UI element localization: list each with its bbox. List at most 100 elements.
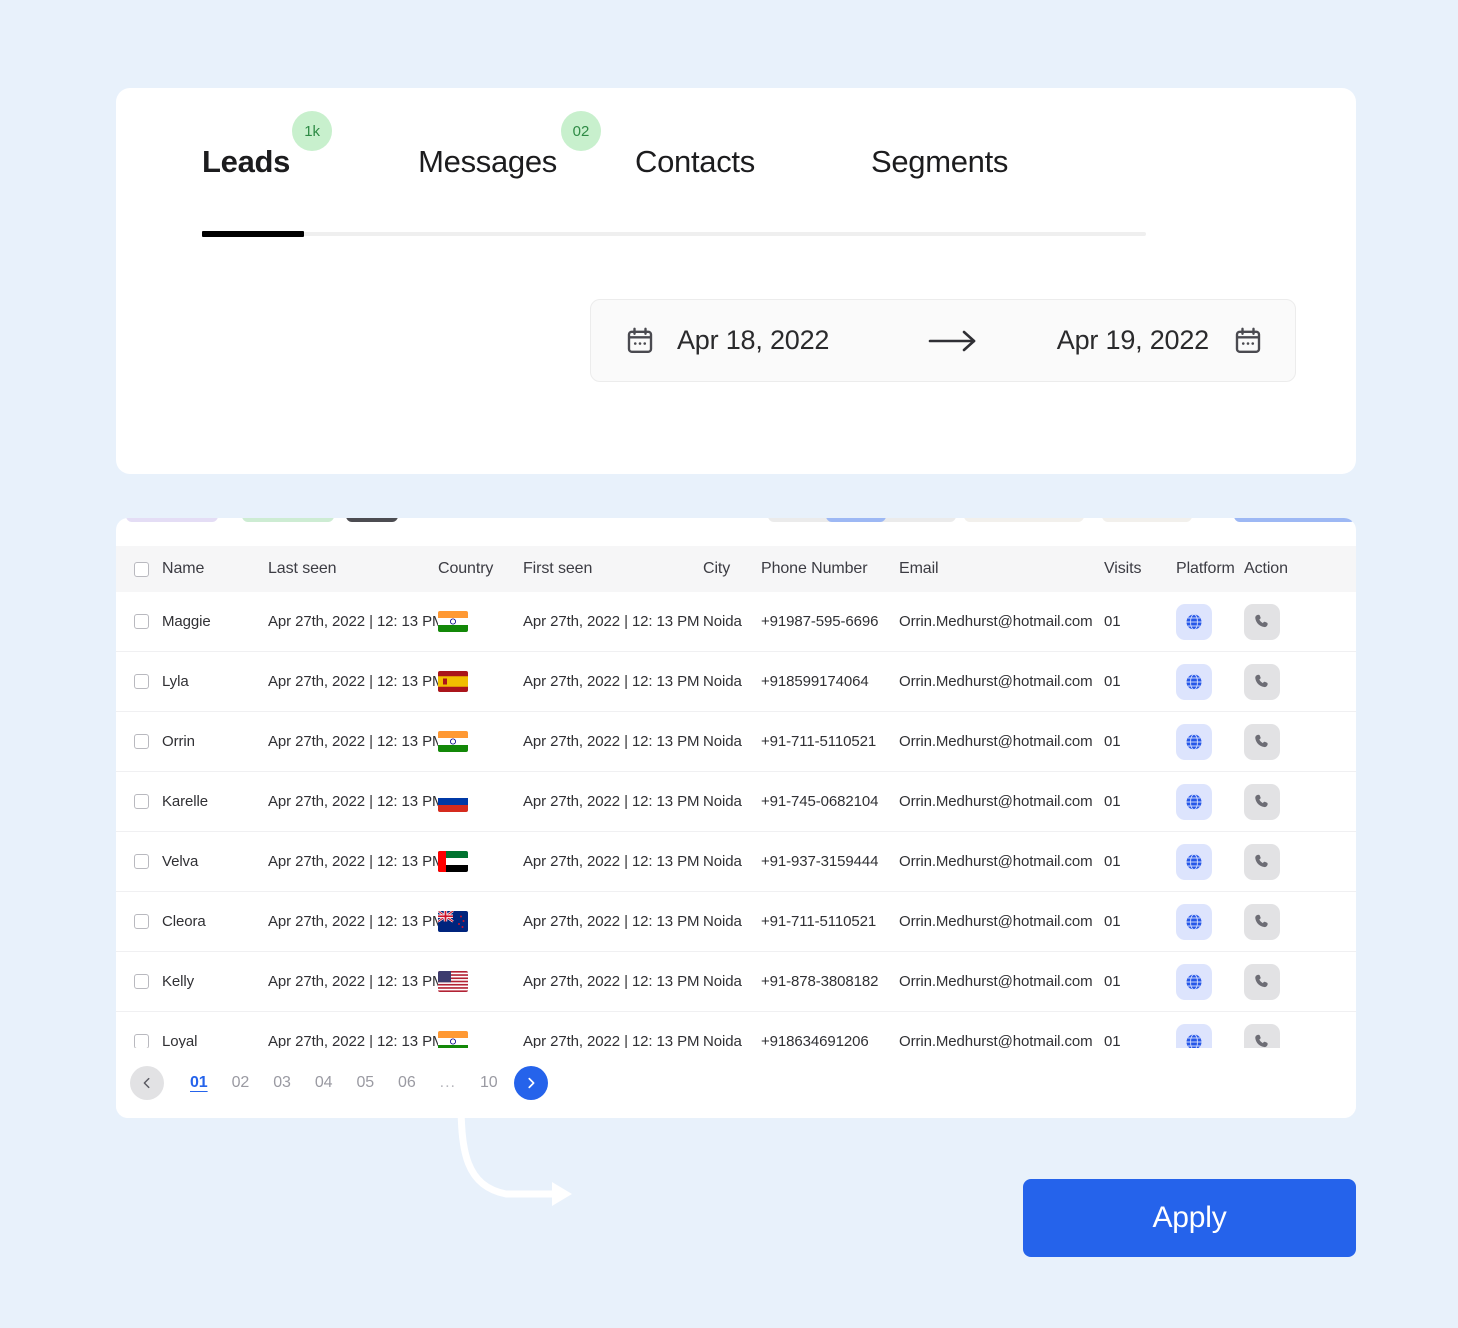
- cell-name: Velva: [162, 853, 199, 870]
- row-checkbox[interactable]: [134, 674, 149, 689]
- table-row[interactable]: Kelly Apr 27th, 2022 | 12: 13 PM Apr 27th,…: [116, 952, 1356, 1012]
- platform-button[interactable]: [1176, 603, 1212, 640]
- column-header-last-seen[interactable]: Last seen: [268, 560, 438, 578]
- tab-contacts[interactable]: Contacts: [635, 146, 755, 177]
- pagination-prev-button[interactable]: [130, 1066, 164, 1100]
- platform-button[interactable]: [1176, 963, 1212, 1000]
- phone-icon: [1254, 854, 1268, 868]
- table-row[interactable]: Lyla Apr 27th, 2022 | 12: 13 PM Apr 27th, …: [116, 652, 1356, 712]
- platform-button[interactable]: [1176, 843, 1212, 880]
- select-all-cell: [116, 561, 162, 577]
- column-header-action[interactable]: Action: [1244, 560, 1324, 578]
- platform-button[interactable]: [1176, 663, 1212, 700]
- apply-button[interactable]: Apply: [1023, 1179, 1356, 1257]
- tab-active-indicator: [202, 231, 304, 237]
- cell-action: [1244, 663, 1324, 700]
- cell-city: Noida: [703, 613, 742, 630]
- row-checkbox[interactable]: [134, 854, 149, 869]
- phone-icon: [1254, 734, 1268, 748]
- flag-icon-ae: [438, 851, 468, 872]
- cell-phone: +918599174064: [761, 673, 869, 690]
- row-checkbox[interactable]: [134, 974, 149, 989]
- column-header-name[interactable]: Name: [162, 560, 268, 578]
- column-header-platform[interactable]: Platform: [1176, 560, 1244, 578]
- call-button[interactable]: [1244, 723, 1280, 760]
- chip-stub: [964, 518, 1084, 522]
- cell-first-seen: Apr 27th, 2022 | 12: 13 PM: [523, 793, 700, 810]
- call-button[interactable]: [1244, 603, 1280, 640]
- cell-city: Noida: [703, 733, 742, 750]
- date-range-picker[interactable]: Apr 18, 2022 Apr 19, 2022: [590, 299, 1296, 382]
- platform-button[interactable]: [1176, 903, 1212, 940]
- tab-segments[interactable]: Segments: [871, 146, 1008, 177]
- pagination-page-06[interactable]: 06: [398, 1074, 416, 1092]
- cell-last-seen: Apr 27th, 2022 | 12: 13 PM: [268, 913, 445, 930]
- row-checkbox[interactable]: [134, 794, 149, 809]
- chip-stub: [126, 518, 218, 522]
- leads-table-card: Name Last seen Country First seen City P…: [116, 518, 1356, 1118]
- cell-visits: 01: [1104, 913, 1121, 930]
- call-button[interactable]: [1244, 963, 1280, 1000]
- cell-last-seen: Apr 27th, 2022 | 12: 13 PM: [268, 733, 445, 750]
- chip-stub: [1102, 518, 1192, 522]
- cell-country: [438, 791, 523, 812]
- pagination-page-10[interactable]: 10: [480, 1074, 498, 1092]
- tab-underline-rail: [202, 231, 1146, 237]
- cell-phone: +91-711-5110521: [761, 913, 877, 930]
- chip-stub: [346, 518, 398, 522]
- tab-contacts-label: Contacts: [635, 144, 755, 179]
- row-checkbox[interactable]: [134, 1034, 149, 1049]
- cell-country: [438, 971, 523, 992]
- pagination-page-02[interactable]: 02: [232, 1074, 250, 1092]
- call-button[interactable]: [1244, 903, 1280, 940]
- column-header-city[interactable]: City: [703, 560, 761, 578]
- cell-action: [1244, 843, 1324, 880]
- column-header-email[interactable]: Email: [899, 560, 1104, 578]
- cell-country: [438, 671, 523, 692]
- cell-visits: 01: [1104, 973, 1121, 990]
- flag-icon-ru: [438, 791, 468, 812]
- cell-first-seen: Apr 27th, 2022 | 12: 13 PM: [523, 613, 700, 630]
- cell-email: Orrin.Medhurst@hotmail.com: [899, 853, 1093, 870]
- pagination-next-button[interactable]: [513, 1066, 548, 1100]
- flag-icon-es: [438, 671, 468, 692]
- row-checkbox[interactable]: [134, 914, 149, 929]
- row-checkbox[interactable]: [134, 734, 149, 749]
- tab-messages-label: Messages: [418, 144, 557, 179]
- call-button[interactable]: [1244, 783, 1280, 820]
- pagination-page-03[interactable]: 03: [273, 1074, 291, 1092]
- table-row[interactable]: Cleora Apr 27th, 2022 | 12: 13 PM Apr 27th…: [116, 892, 1356, 952]
- cell-email: Orrin.Medhurst@hotmail.com: [899, 913, 1093, 930]
- cell-visits: 01: [1104, 733, 1121, 750]
- cell-name: Cleora: [162, 913, 206, 930]
- pagination-page-05[interactable]: 05: [356, 1074, 374, 1092]
- column-header-phone[interactable]: Phone Number: [761, 560, 899, 578]
- cell-platform: [1176, 723, 1244, 760]
- tab-leads[interactable]: Leads 1k: [202, 111, 333, 177]
- table-row[interactable]: Karelle Apr 27th, 2022 | 12: 13 PM Apr 27t…: [116, 772, 1356, 832]
- platform-button[interactable]: [1176, 783, 1212, 820]
- select-all-checkbox[interactable]: [134, 561, 149, 577]
- decorative-curved-arrow-icon: [457, 1100, 572, 1206]
- row-checkbox[interactable]: [134, 614, 149, 629]
- call-button[interactable]: [1244, 663, 1280, 700]
- table-row[interactable]: Velva Apr 27th, 2022 | 12: 13 PM Apr 27th,…: [116, 832, 1356, 892]
- tab-messages[interactable]: Messages 02: [418, 111, 601, 179]
- table-row[interactable]: Orrin Apr 27th, 2022 | 12: 13 PM Apr 27th,…: [116, 712, 1356, 772]
- cell-name: Karelle: [162, 793, 208, 810]
- column-header-first-seen[interactable]: First seen: [523, 560, 703, 578]
- column-header-country[interactable]: Country: [438, 560, 523, 578]
- platform-button[interactable]: [1176, 723, 1212, 760]
- flag-icon-in: [438, 611, 468, 632]
- date-range-start[interactable]: Apr 18, 2022: [625, 325, 829, 356]
- column-header-visits[interactable]: Visits: [1104, 560, 1176, 578]
- cell-first-seen: Apr 27th, 2022 | 12: 13 PM: [523, 673, 700, 690]
- pagination-page-01[interactable]: 01: [190, 1074, 208, 1092]
- flag-icon-nz: [438, 911, 468, 932]
- table-row[interactable]: Maggie Apr 27th, 2022 | 12: 13 PM Apr 27th…: [116, 592, 1356, 652]
- row-select-cell: [116, 674, 162, 689]
- date-range-end[interactable]: Apr 19, 2022: [1057, 325, 1263, 356]
- cell-city: Noida: [703, 973, 742, 990]
- call-button[interactable]: [1244, 843, 1280, 880]
- pagination-page-04[interactable]: 04: [315, 1074, 333, 1092]
